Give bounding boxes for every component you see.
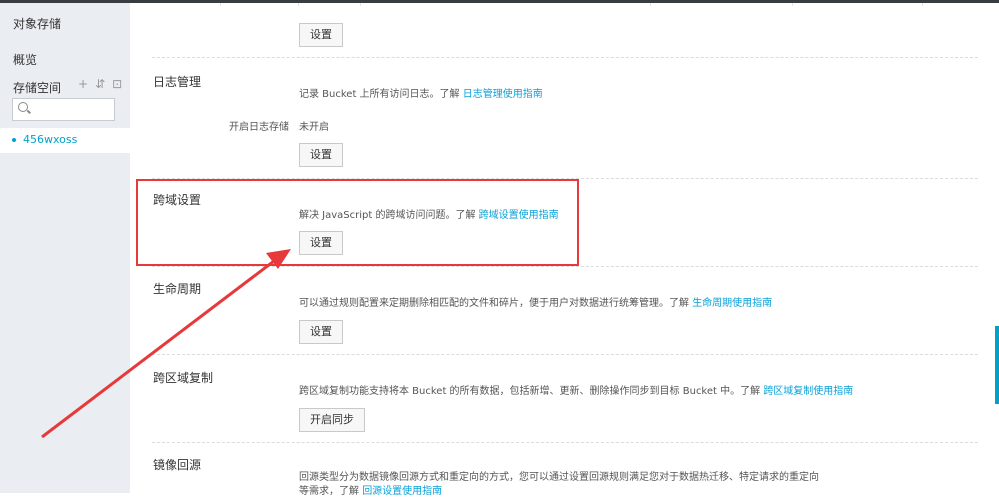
annotation-arrow <box>41 249 291 439</box>
feedback-side-tab[interactable] <box>995 326 999 404</box>
